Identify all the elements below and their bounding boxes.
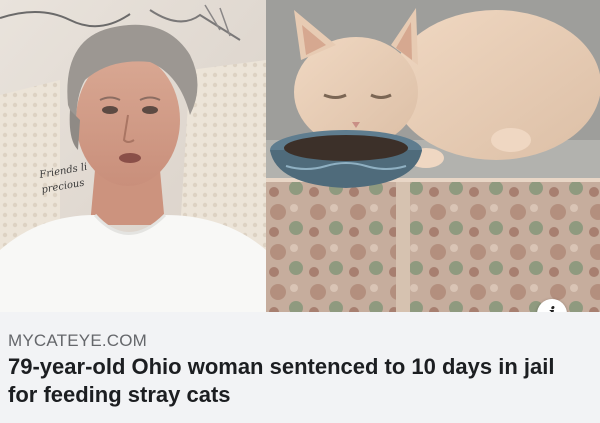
link-preview-card[interactable]: Friends li precious MYCATEYE.COM 79-year… xyxy=(0,0,600,423)
preview-image[interactable]: Friends li precious xyxy=(0,0,600,312)
woman-illustration: Friends li precious xyxy=(0,0,266,312)
headline-link[interactable]: 79-year-old Ohio woman sentenced to 10 d… xyxy=(8,353,588,409)
woman-photo: Friends li precious xyxy=(0,0,266,312)
source-domain: MYCATEYE.COM xyxy=(8,331,148,350)
cat-illustration xyxy=(266,0,600,312)
cat-photo xyxy=(266,0,600,312)
